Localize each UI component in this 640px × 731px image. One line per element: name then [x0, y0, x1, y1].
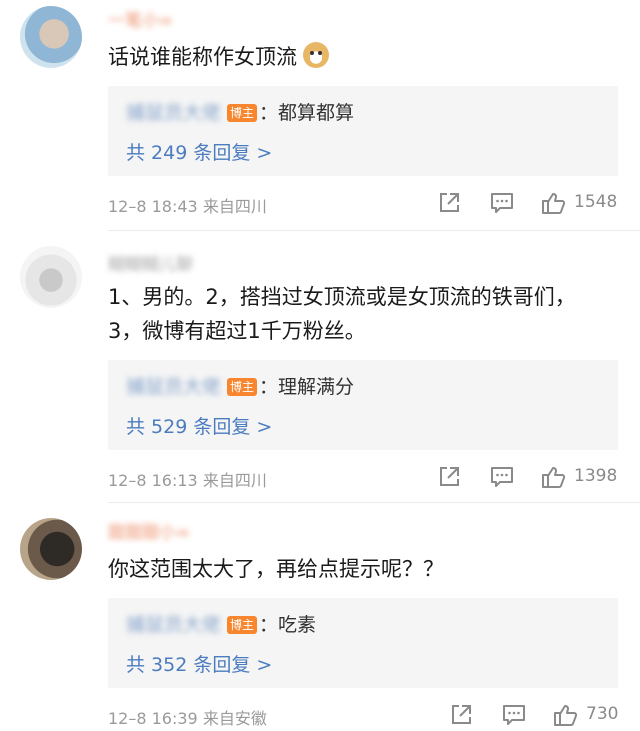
comment-meta: 12–8 16:39 来自安徽: [108, 709, 267, 728]
like-icon[interactable]: [552, 702, 578, 728]
view-replies-link[interactable]: 共 529 条回复 >: [126, 412, 272, 439]
comment-meta: 12–8 16:13 来自四川: [108, 471, 267, 490]
divider: [108, 502, 640, 503]
author-badge: 博主: [227, 104, 258, 122]
share-icon[interactable]: [448, 702, 474, 728]
view-replies-link[interactable]: 共 249 条回复 >: [126, 138, 272, 165]
avatar[interactable]: [20, 518, 82, 580]
reply-line: 捕鼠员大佬 博主 ：理解满分: [126, 372, 354, 398]
comment-item: 一笔小∞ 话说谁能称作女顶流 捕鼠员大佬 博主 ：都算都算 共 249 条回复 > …: [0, 0, 640, 231]
comment-text: 你这范围太大了，再给点提示呢？？: [108, 557, 444, 581]
comment-icon[interactable]: [501, 702, 527, 728]
comment-username[interactable]: 一笔小∞: [108, 6, 173, 31]
like-icon[interactable]: [540, 464, 566, 490]
avatar[interactable]: [20, 246, 82, 308]
comment-item: 糊糊糊儿聊 1、男的。2，搭挡过女顶流或是女顶流的铁哥们，3，微博有超过1千万粉…: [0, 240, 640, 503]
reply-preview[interactable]: 捕鼠员大佬 博主 ：理解满分 共 529 条回复 >: [108, 360, 618, 450]
comment-icon[interactable]: [489, 464, 515, 490]
reply-text: ：理解满分: [259, 376, 355, 398]
avatar[interactable]: [20, 6, 82, 68]
comment-text: 话说谁能称作女顶流: [108, 40, 608, 74]
author-badge: 博主: [227, 616, 258, 634]
divider: [108, 230, 640, 231]
comment-username[interactable]: 甜甜甜小∞: [108, 518, 190, 543]
view-replies-link[interactable]: 共 352 条回复 >: [126, 650, 272, 677]
reply-preview[interactable]: 捕鼠员大佬 博主 ：吃素 共 352 条回复 >: [108, 598, 618, 688]
share-icon[interactable]: [436, 190, 462, 216]
reply-text: ：都算都算: [259, 102, 355, 124]
reply-username[interactable]: 捕鼠员大佬: [126, 610, 221, 637]
comment-icon[interactable]: [489, 190, 515, 216]
like-icon[interactable]: [540, 190, 566, 216]
author-badge: 博主: [227, 378, 258, 396]
comment-text-content: 话说谁能称作女顶流: [108, 45, 297, 69]
reply-line: 捕鼠员大佬 博主 ：吃素: [126, 610, 316, 636]
comment-meta: 12–8 18:43 来自四川: [108, 197, 267, 216]
comment-text: 1、男的。2，搭挡过女顶流或是女顶流的铁哥们，3，微博有超过1千万粉丝。: [108, 285, 576, 343]
reply-line: 捕鼠员大佬 博主 ：都算都算: [126, 98, 354, 124]
comment-item: 甜甜甜小∞ 你这范围太大了，再给点提示呢？？ 捕鼠员大佬 博主 ：吃素 共 352 …: [0, 512, 640, 731]
share-icon[interactable]: [436, 464, 462, 490]
reply-preview[interactable]: 捕鼠员大佬 博主 ：都算都算 共 249 条回复 >: [108, 86, 618, 176]
doge-emoji-icon: [303, 42, 329, 68]
like-count: 730: [586, 704, 619, 724]
like-count: 1548: [574, 192, 618, 212]
reply-username[interactable]: 捕鼠员大佬: [126, 98, 221, 125]
reply-text: ：吃素: [259, 614, 317, 636]
like-count: 1398: [574, 466, 618, 486]
reply-username[interactable]: 捕鼠员大佬: [126, 372, 221, 399]
comment-username[interactable]: 糊糊糊儿聊: [108, 250, 193, 275]
